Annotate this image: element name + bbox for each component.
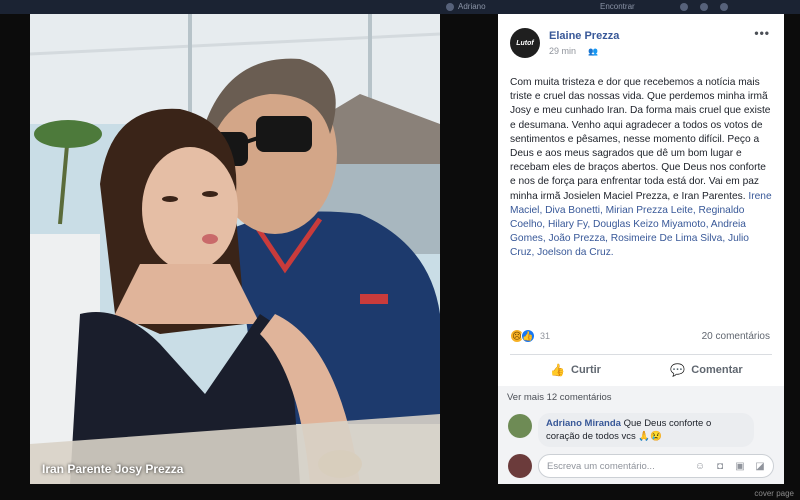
composer-tools: ☺ ◘ ▣ ◪ (693, 459, 767, 473)
comment-bubble-icon: 💬 (670, 363, 686, 377)
post-message: Com muita tristeza e dor que recebemos a… (510, 76, 772, 261)
notifications-icon[interactable] (720, 3, 728, 11)
watermark-text: cover page (754, 489, 794, 498)
gif-icon[interactable]: ▣ (733, 459, 747, 473)
comment-author-link[interactable]: Adriano Miranda (546, 418, 621, 429)
thumbs-up-icon: 👍 (550, 363, 565, 377)
view-more-comments-link[interactable]: Ver mais 12 comentários (507, 392, 612, 403)
comment-composer: ☺ ◘ ▣ ◪ (538, 454, 774, 478)
post-details-panel: Lutof Elaine Prezza 29 min 👥 ••• Com mui… (498, 14, 784, 484)
post-photo[interactable]: Iran Parente Josy Prezza (30, 14, 440, 484)
messages-icon[interactable] (700, 3, 708, 11)
post-action-bar: 👍 Curtir 💬 Comentar (510, 356, 772, 384)
post-message-body: Com muita tristeza e dor que recebemos a… (510, 77, 771, 202)
author-avatar[interactable]: Lutof (510, 28, 540, 58)
current-user-avatar (508, 454, 532, 478)
comment-button-label: Comentar (691, 364, 743, 376)
commenter-avatar[interactable] (508, 414, 532, 438)
reactions-summary[interactable]: ☹ 👍 31 (510, 328, 550, 344)
comment-button[interactable]: 💬 Comentar (641, 356, 772, 384)
profile-avatar-icon[interactable] (446, 3, 454, 11)
comments-section: Ver mais 12 comentários Adriano Miranda … (498, 386, 784, 484)
like-button-label: Curtir (571, 364, 601, 376)
sticker-icon[interactable]: ◪ (753, 459, 767, 473)
comment-input[interactable] (547, 455, 687, 477)
emoji-icon[interactable]: ☺ (693, 459, 707, 473)
nav-user-name[interactable]: Adriano (458, 2, 486, 11)
camera-icon[interactable]: ◘ (713, 459, 727, 473)
more-options-icon[interactable]: ••• (754, 26, 770, 40)
author-name-link[interactable]: Elaine Prezza (549, 30, 619, 42)
reaction-count[interactable]: 31 (540, 331, 550, 341)
friends-icon: 👥 (588, 47, 598, 56)
divider (510, 354, 772, 355)
friend-requests-icon[interactable] (680, 3, 688, 11)
nav-find-friends[interactable]: Encontrar (600, 2, 635, 11)
photo-tag-caption[interactable]: Iran Parente Josy Prezza (42, 462, 183, 476)
post-header: Lutof Elaine Prezza 29 min 👥 ••• (498, 14, 784, 64)
like-button[interactable]: 👍 Curtir (510, 356, 641, 384)
photo-image (30, 14, 440, 484)
post-timestamp[interactable]: 29 min (549, 46, 576, 56)
like-reaction-icon: 👍 (521, 329, 535, 343)
top-navigation-bar: Adriano Encontrar (0, 0, 800, 14)
comments-count-link[interactable]: 20 comentários (702, 331, 770, 342)
comment-item: Adriano Miranda Que Deus conforte o cora… (538, 413, 754, 447)
